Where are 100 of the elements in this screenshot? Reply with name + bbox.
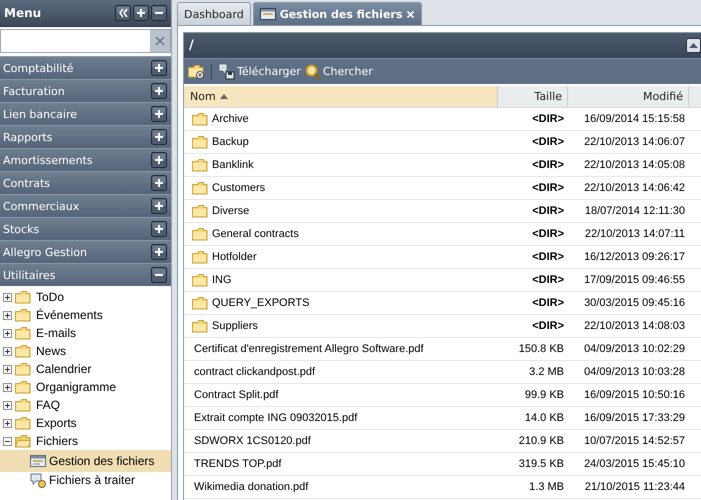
column-header[interactable]: Modifié [568,86,689,107]
expand-button[interactable] [151,175,167,191]
expand-icon[interactable] [3,382,12,392]
expand-button[interactable] [151,129,167,145]
collapse-icon[interactable] [3,436,12,446]
modified-cell-text: 16/09/2014 15:15:58 [583,113,686,125]
folder-name-cell[interactable]: Banklink [184,158,498,172]
expand-icon[interactable] [3,400,12,410]
size-cell-text: <DIR> [531,136,565,148]
menu-section[interactable]: Contrats [0,171,171,194]
folder-icon [15,416,31,430]
expand-button[interactable] [151,221,167,237]
sort-ascending-icon [220,93,228,100]
modified-cell-text: 22/10/2013 14:05:08 [583,159,686,171]
expand-icon[interactable] [3,310,12,320]
column-header[interactable]: Taille [498,86,568,107]
collapse-button[interactable] [151,267,167,283]
expand-icon[interactable] [3,328,12,338]
size-cell-text: <DIR> [531,274,565,286]
modified-cell-text: 16/09/2015 17:33:29 [583,412,686,424]
tree-item[interactable]: E-mails [34,324,78,342]
column-header[interactable]: Nom [184,86,498,107]
folder-name-cell[interactable]: Suppliers [184,319,498,333]
file-name-cell[interactable]: Certificat d'enregistrement Allegro Software.pdf [184,343,498,355]
menu-section[interactable]: Allegro Gestion [0,240,171,263]
modified-cell-text: 24/03/2015 15:45:10 [583,458,686,470]
menu-section[interactable]: Facturation [0,79,171,102]
folder-name-cell[interactable]: ING [184,273,498,287]
folder-icon [15,362,31,376]
collapse-button[interactable] [686,38,701,53]
folder-name-cell[interactable]: QUERY_EXPORTS [184,296,498,310]
tree-item[interactable]: ToDo [34,288,66,306]
tree-item[interactable]: Exports [34,414,79,432]
size-cell-text: 210.9 KB [518,435,565,447]
expand-icon[interactable] [3,364,12,374]
size-cell-text: 150.8 KB [518,343,565,355]
menu-section[interactable]: Amortissements [0,148,171,171]
menu-section[interactable]: Utilitaires [0,263,171,286]
tree-item[interactable]: Gestion des fichiers [0,450,171,472]
modified-cell-text: 22/10/2013 14:06:07 [583,136,686,148]
file-name-cell[interactable]: SDWORX 1CS0120.pdf [184,435,498,447]
expand-all-button[interactable] [133,5,149,21]
folder-name-cell[interactable]: Diverse [184,204,498,218]
search-field[interactable] [0,29,171,53]
size-cell-text: <DIR> [531,159,565,171]
folder-icon [15,344,31,358]
tab[interactable]: Gestion des fichiers [252,2,422,25]
open-folder-icon [15,434,31,448]
expand-button[interactable] [151,60,167,76]
file-name-cell[interactable]: Extrait compte ING 09032015.pdf [184,412,498,424]
file-name-cell[interactable]: Wikimedia donation.pdf [184,481,498,493]
new-folder-button[interactable] [188,64,204,79]
window-icon [30,454,46,468]
window-icon [260,7,276,21]
folder-name-cell[interactable]: Backup [184,135,498,149]
size-cell-text: <DIR> [531,320,565,332]
file-name-cell[interactable]: Contract Split.pdf [184,389,498,401]
file-name-cell[interactable]: contract clickandpost.pdf [184,366,498,378]
tree-item[interactable]: Événements [34,306,105,324]
collapse-all-button[interactable] [151,5,167,21]
tree-item[interactable]: Fichiers à traiter [0,469,171,491]
expand-icon[interactable] [3,346,12,356]
menu-section[interactable]: Rapports [0,125,171,148]
folder-name-cell[interactable]: Customers [184,181,498,195]
folder-icon [15,380,31,394]
size-cell-text: <DIR> [531,113,565,125]
expand-icon[interactable] [3,418,12,428]
modified-cell-text: 10/07/2015 14:52:57 [583,435,686,447]
tree-item[interactable]: Fichiers [34,432,80,450]
folder-name-cell[interactable]: Hotfolder [184,250,498,264]
tree-item[interactable]: News [34,342,68,360]
collapse-button[interactable] [115,5,131,21]
download-button[interactable]: Télécharger [219,64,301,80]
menu-section[interactable]: Lien bancaire [0,102,171,125]
file-name-cell[interactable]: TRENDS TOP.pdf [184,458,498,470]
expand-button[interactable] [151,106,167,122]
menu-section[interactable]: Comptabilité [0,56,171,79]
menu-section[interactable]: Commerciaux [0,194,171,217]
tree-item[interactable]: Organigramme [34,378,118,396]
clear-icon [154,35,166,47]
size-cell-text: 14.0 KB [524,412,565,424]
expand-icon[interactable] [3,292,12,302]
search-icon [304,64,321,80]
folder-name-cell[interactable]: General contracts [184,227,498,241]
expand-button[interactable] [151,83,167,99]
expand-button[interactable] [151,198,167,214]
size-cell-text: 3.2 MB [528,366,565,378]
modified-cell-text: 22/10/2013 14:06:42 [583,182,686,194]
size-cell-text: <DIR> [531,251,565,263]
folder-name-cell[interactable]: Archive [184,112,498,126]
menu-section[interactable]: Stocks [0,217,171,240]
expand-button[interactable] [151,244,167,260]
tab[interactable]: Dashboard [177,2,251,25]
new-folder-icon [188,64,204,79]
search-button[interactable]: Chercher [304,64,373,80]
tree-item[interactable]: FAQ [34,396,62,414]
tree-item[interactable]: Calendrier [34,360,94,378]
modified-cell-text: 04/09/2013 10:02:29 [583,343,686,355]
close-icon[interactable] [406,10,416,18]
expand-button[interactable] [151,152,167,168]
